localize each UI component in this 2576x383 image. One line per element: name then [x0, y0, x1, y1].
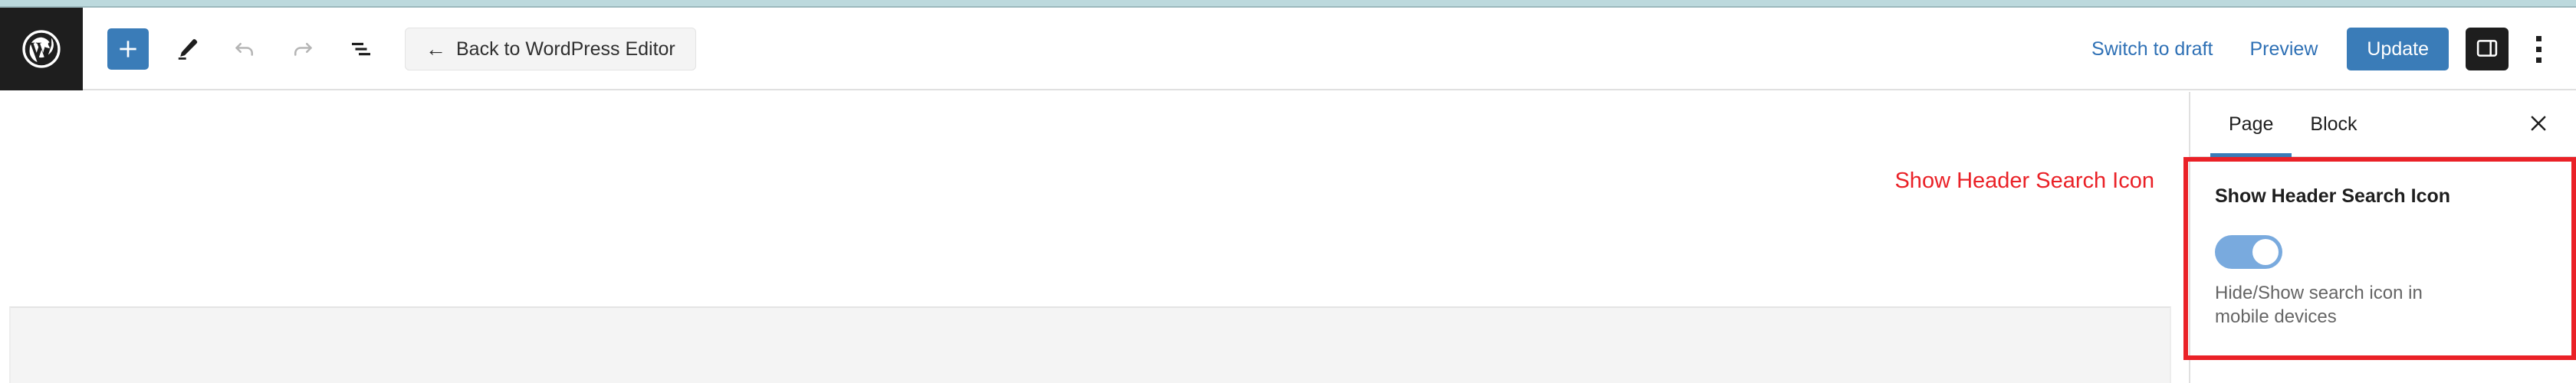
redo-icon: [289, 35, 317, 63]
editor-screen: ← Back to WordPress Editor Switch to dra…: [0, 0, 2576, 383]
close-icon: [2527, 112, 2550, 137]
back-to-wordpress-editor-button[interactable]: ← Back to WordPress Editor: [405, 28, 696, 70]
header-actions: Switch to draft Preview Update: [2073, 8, 2561, 90]
document-outline-button[interactable]: [340, 28, 382, 70]
more-options-button[interactable]: [2519, 28, 2558, 70]
show-header-search-icon-toggle[interactable]: [2215, 235, 2282, 269]
sidebar-tab-bar: Page Block: [2190, 91, 2576, 159]
more-options-icon: [2535, 35, 2542, 41]
tab-page[interactable]: Page: [2210, 91, 2292, 159]
update-button[interactable]: Update: [2347, 28, 2449, 70]
more-options-icon-dot2: [2535, 46, 2542, 52]
redo-button[interactable]: [282, 28, 324, 70]
plus-icon: [116, 37, 140, 61]
more-options-icon-dot3: [2535, 57, 2542, 63]
back-button-label: Back to WordPress Editor: [456, 38, 675, 60]
top-accent-strip: [0, 0, 2576, 6]
undo-button[interactable]: [224, 28, 265, 70]
switch-to-draft-button[interactable]: Switch to draft: [2073, 38, 2231, 61]
edit-tool-button[interactable]: [166, 28, 207, 70]
page-settings-panel: Show Header Search Icon Hide/Show search…: [2190, 158, 2576, 329]
wordpress-logo-button[interactable]: [0, 8, 83, 90]
preview-button[interactable]: Preview: [2231, 38, 2336, 61]
canvas-content-block[interactable]: [9, 306, 2171, 383]
sidebar-panel-icon: [2474, 35, 2500, 64]
editor-tools: [107, 8, 382, 90]
wordpress-logo-icon: [21, 28, 62, 70]
add-block-button[interactable]: [107, 28, 149, 70]
setting-title: Show Header Search Icon: [2215, 185, 2451, 207]
undo-icon: [231, 35, 258, 63]
back-arrow-icon: ←: [426, 37, 446, 61]
pencil-icon: [172, 35, 200, 63]
tab-block[interactable]: Block: [2292, 91, 2375, 157]
toggle-switch-on: [2252, 239, 2279, 265]
editor-canvas[interactable]: Show Header Search Icon: [0, 92, 2189, 383]
canvas-annotation-label: Show Header Search Icon: [1894, 169, 2154, 193]
close-sidebar-button[interactable]: [2521, 106, 2556, 142]
setting-help-text: Hide/Show search icon in mobile devices: [2215, 283, 2423, 327]
editor-header: ← Back to WordPress Editor Switch to dra…: [0, 8, 2576, 90]
document-outline-icon: [347, 35, 375, 63]
sidebar-toggle-button[interactable]: [2466, 28, 2509, 70]
settings-sidebar: Page Block Show Header Search Icon Hide/…: [2189, 92, 2576, 383]
